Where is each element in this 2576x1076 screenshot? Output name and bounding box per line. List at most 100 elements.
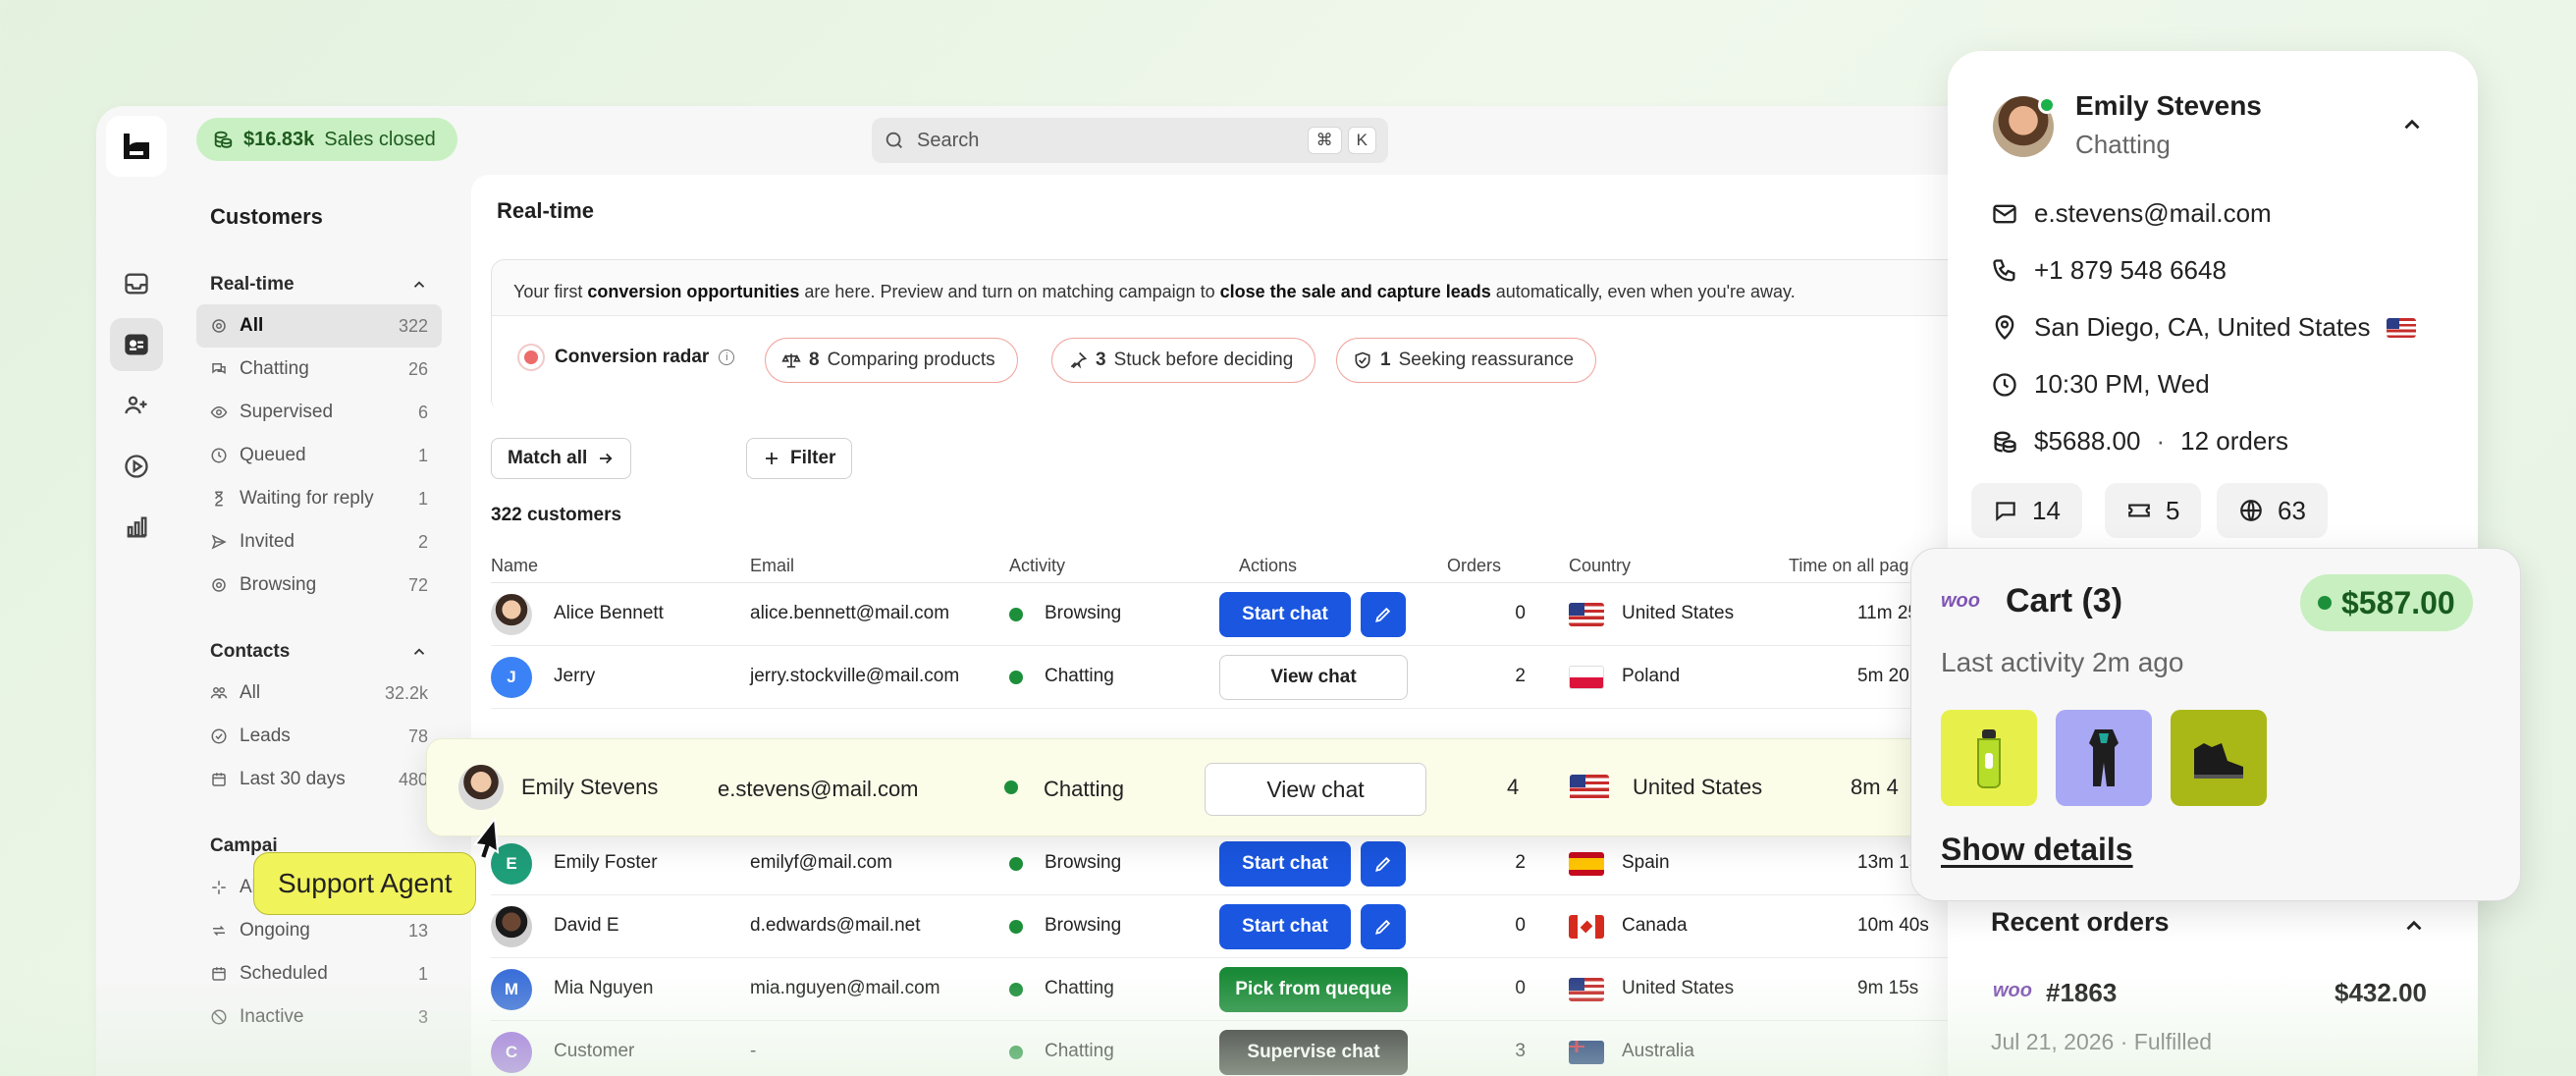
nav-count: 3	[417, 1006, 428, 1027]
profile-status: Chatting	[2075, 130, 2171, 159]
activity-dot	[1009, 983, 1023, 996]
banner-text: automatically, even when you're away.	[1490, 282, 1796, 301]
ticket-icon	[2128, 504, 2150, 517]
profile-phone[interactable]: +1 879 548 6648	[2034, 255, 2227, 286]
edit-button[interactable]	[1361, 841, 1406, 887]
match-all-button[interactable]: Match all	[491, 438, 632, 479]
sidebar-item-leads[interactable]: Leads 78	[196, 715, 442, 758]
activity-dot	[1009, 920, 1023, 934]
chip-comparing-products[interactable]: 8 Comparing products	[765, 338, 1018, 383]
column-email[interactable]: Email	[750, 556, 794, 576]
sidebar-item-supervised[interactable]: Supervised 6	[196, 391, 442, 434]
view-chat-button[interactable]: View chat	[1219, 655, 1408, 700]
show-details-link[interactable]: Show details	[1941, 832, 2133, 868]
activity-dot	[1004, 780, 1018, 794]
start-chat-button[interactable]: Start chat	[1219, 592, 1351, 637]
edit-button[interactable]	[1361, 904, 1406, 949]
row-actions: Pick from queque	[1219, 967, 1408, 1012]
table-row[interactable]: E Emily Foster emilyf@mail.com Browsing …	[491, 833, 2020, 895]
row-actions: View chat	[1219, 655, 1408, 700]
table-row[interactable]: C Customer - Chatting Supervise chat 3 A…	[491, 1021, 2020, 1076]
sidebar-item-contacts-all[interactable]: All 32.2k	[196, 672, 442, 715]
table-row[interactable]: J Jerry jerry.stockville@mail.com Chatti…	[491, 646, 2020, 709]
product-thumbnail[interactable]	[1941, 710, 2037, 806]
pencil-icon	[1375, 919, 1391, 935]
sidebar-item-inactive[interactable]: Inactive 3	[196, 995, 442, 1039]
shoe-product-icon	[2194, 743, 2243, 779]
orders-count: 0	[1515, 915, 1526, 936]
reports-nav-button[interactable]	[110, 501, 163, 554]
sidebar-item-ongoing[interactable]: Ongoing 13	[196, 909, 442, 952]
support-agent-tooltip: Support Agent	[253, 852, 477, 915]
chats-stat[interactable]: 14	[1971, 483, 2082, 538]
chevron-up-icon[interactable]	[2401, 913, 2427, 939]
column-time-on-page[interactable]: Time on all pag	[1789, 556, 1908, 576]
view-chat-button[interactable]: View chat	[1205, 763, 1426, 816]
column-orders[interactable]: Orders	[1447, 556, 1501, 576]
supervise-chat-button[interactable]: Supervise chat	[1219, 1030, 1408, 1075]
campaigns-nav-button[interactable]	[110, 440, 163, 493]
app-logo[interactable]	[106, 116, 167, 177]
chevron-up-icon[interactable]	[2399, 112, 2425, 137]
filter-button[interactable]: Filter	[746, 438, 853, 479]
sidebar-item-scheduled[interactable]: Scheduled 1	[196, 952, 442, 995]
chip-seeking-reassurance[interactable]: 1 Seeking reassurance	[1336, 338, 1597, 383]
column-name[interactable]: Name	[491, 556, 538, 576]
sidebar-item-waiting-for-reply[interactable]: Waiting for reply 1	[196, 477, 442, 520]
start-chat-button[interactable]: Start chat	[1219, 904, 1351, 949]
profile-name: Emily Stevens	[2075, 90, 2262, 121]
sidebar-item-browsing[interactable]: Browsing 72	[196, 564, 442, 607]
customer-name: Jerry	[554, 666, 596, 686]
order-id[interactable]: #1863	[2046, 978, 2117, 1008]
table-row[interactable]: David E d.edwards@mail.net Browsing Star…	[491, 895, 2020, 958]
profile-email[interactable]: e.stevens@mail.com	[2034, 198, 2272, 229]
realtime-section-header[interactable]: Real-time	[196, 265, 442, 304]
contacts-section-header[interactable]: Contacts	[196, 632, 442, 672]
start-chat-button[interactable]: Start chat	[1219, 841, 1351, 887]
team-nav-button[interactable]	[110, 379, 163, 432]
sidebar-item-last-30-days[interactable]: Last 30 days 480	[196, 758, 442, 801]
pick-from-queue-button[interactable]: Pick from queque	[1219, 967, 1408, 1012]
edit-button[interactable]	[1361, 592, 1406, 637]
nav-count: 1	[417, 445, 428, 465]
product-thumbnail[interactable]	[2171, 710, 2267, 806]
search-input[interactable]: Search ⌘ K	[872, 118, 1388, 163]
column-activity[interactable]: Activity	[1009, 556, 1065, 576]
coins-icon	[1994, 431, 2016, 453]
tickets-stat[interactable]: 5	[2105, 483, 2202, 538]
highlighted-row-emily-stevens[interactable]: Emily Stevens e.stevens@mail.com Chattin…	[426, 738, 1987, 836]
column-country[interactable]: Country	[1569, 556, 1631, 576]
orders-count: 0	[1515, 603, 1526, 623]
info-icon[interactable]: i	[719, 350, 735, 365]
sales-closed-badge[interactable]: $16.83k Sales closed	[196, 118, 457, 161]
profile-location-row: San Diego, CA, United States	[1991, 312, 2416, 343]
activity-label: Chatting	[1045, 666, 1114, 686]
chat-bubbles-icon	[212, 363, 226, 375]
chip-label: Comparing products	[827, 350, 995, 370]
separator: ·	[2120, 1029, 2128, 1054]
chip-stuck-before-deciding[interactable]: 3 Stuck before deciding	[1051, 338, 1316, 383]
profile-orders: 12 orders	[2180, 426, 2288, 456]
avatar: M	[491, 969, 532, 1010]
activity-dot	[1009, 671, 1023, 684]
stat-value: 5	[2166, 495, 2180, 525]
chip-count: 1	[1380, 350, 1391, 370]
sidebar-item-invited[interactable]: Invited 2	[196, 520, 442, 564]
visits-stat[interactable]: 63	[2217, 483, 2328, 538]
banner-message: Your first conversion opportunities are …	[513, 282, 1796, 302]
sidebar-item-realtime-all[interactable]: All 322	[196, 304, 442, 348]
us-flag-icon	[1569, 978, 1604, 1001]
table-row[interactable]: Alice Bennett alice.bennett@mail.com Bro…	[491, 583, 2020, 646]
inbox-nav-button[interactable]	[110, 257, 163, 310]
customers-nav-button[interactable]	[110, 318, 163, 371]
cart-title: Cart (3)	[2006, 582, 2123, 619]
product-thumbnail[interactable]	[2056, 710, 2152, 806]
profile-total-spent: $5688.00	[2034, 426, 2141, 456]
avatar	[491, 906, 532, 947]
sidebar-item-queued[interactable]: Queued 1	[196, 434, 442, 477]
sidebar-item-chatting[interactable]: Chatting 26	[196, 348, 442, 391]
table-row[interactable]: M Mia Nguyen mia.nguyen@mail.com Chattin…	[491, 958, 2020, 1021]
realtime-panel: Real-time Your first conversion opportun…	[471, 175, 2020, 1076]
customer-email: emilyf@mail.com	[750, 852, 892, 873]
country-name: United States	[1622, 603, 1735, 623]
